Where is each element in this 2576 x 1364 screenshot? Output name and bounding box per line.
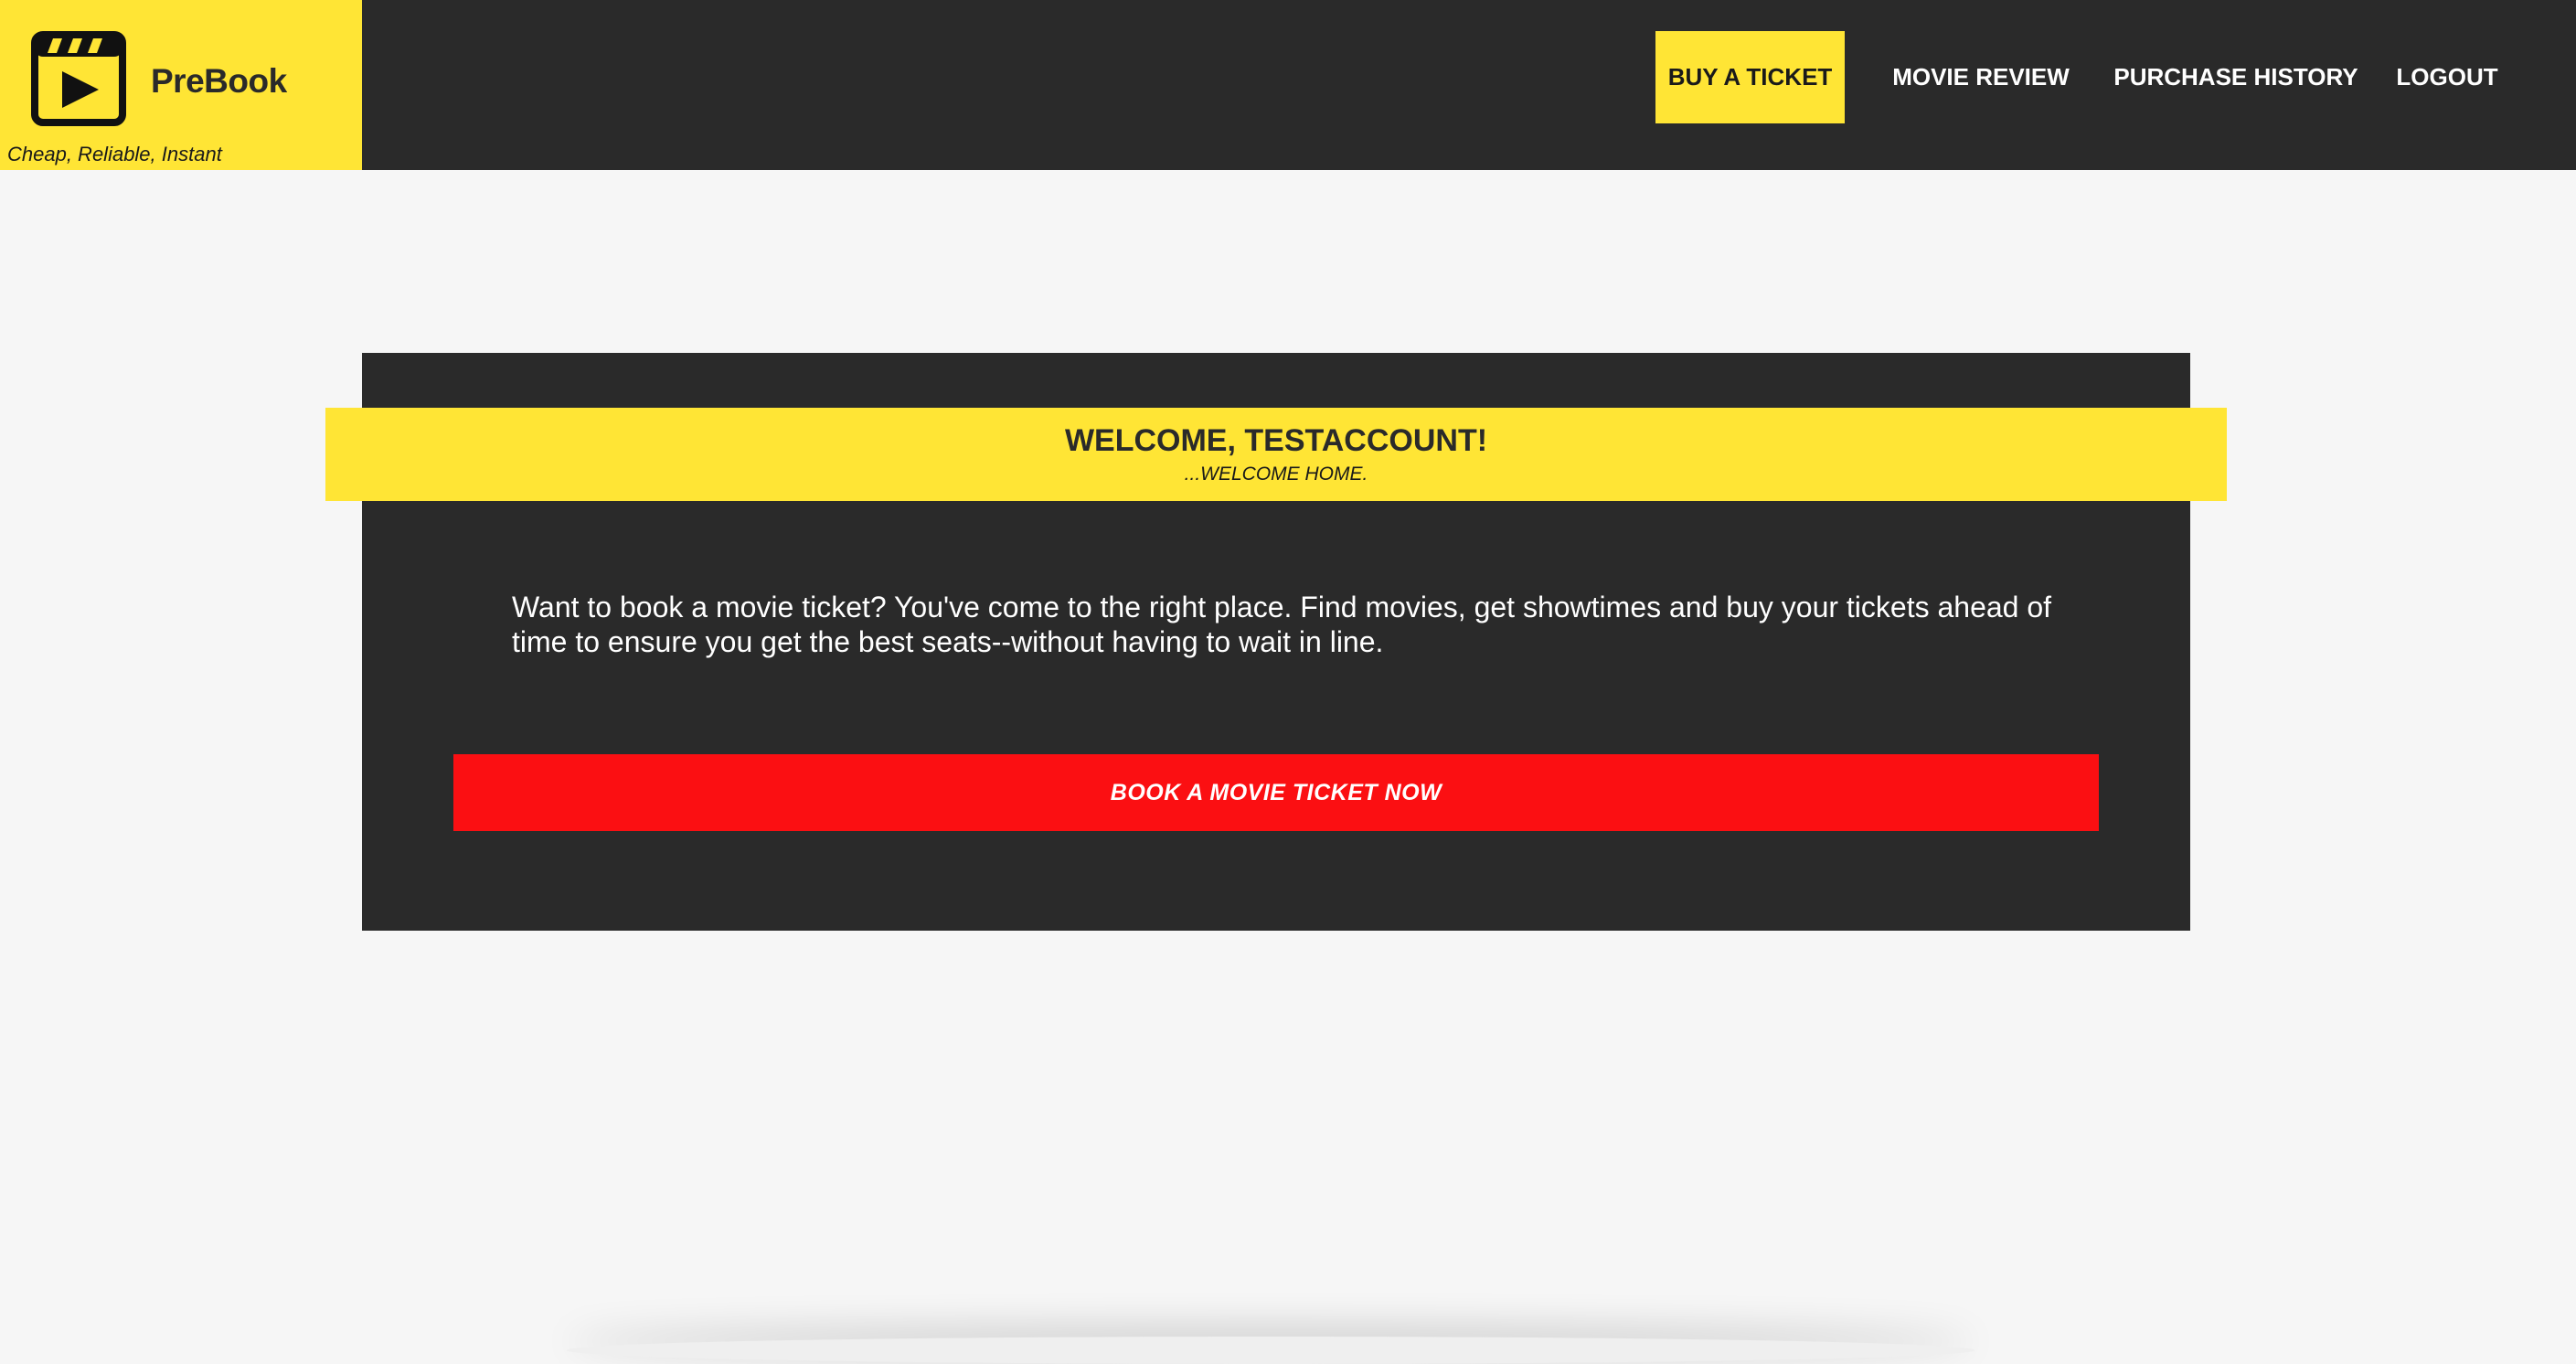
welcome-subtitle: ...WELCOME HOME. xyxy=(1184,464,1368,485)
nav-logout[interactable]: LOGOUT xyxy=(2388,31,2507,123)
nav-purchase-history[interactable]: PURCHASE HISTORY xyxy=(2108,31,2364,123)
footer-shadow xyxy=(567,1337,1975,1364)
nav-buy-a-ticket[interactable]: BUY A TICKET xyxy=(1655,31,1845,123)
nav-movie-review[interactable]: MOVIE REVIEW xyxy=(1876,31,2086,123)
film-play-icon xyxy=(31,31,126,126)
top-navigation-bar: PreBook Cheap, Reliable, Instant BUY A T… xyxy=(0,0,2576,170)
brand-logo-link[interactable]: PreBook Cheap, Reliable, Instant xyxy=(0,0,362,170)
brand-tagline: Cheap, Reliable, Instant xyxy=(7,143,222,165)
brand-name: PreBook xyxy=(151,62,287,100)
intro-text: Want to book a movie ticket? You've come… xyxy=(512,591,2052,658)
welcome-banner: WELCOME, TESTACCOUNT! ...WELCOME HOME. xyxy=(325,408,2227,501)
book-ticket-button[interactable]: BOOK A MOVIE TICKET NOW xyxy=(453,754,2099,831)
welcome-title: WELCOME, TESTACCOUNT! xyxy=(1064,423,1488,458)
